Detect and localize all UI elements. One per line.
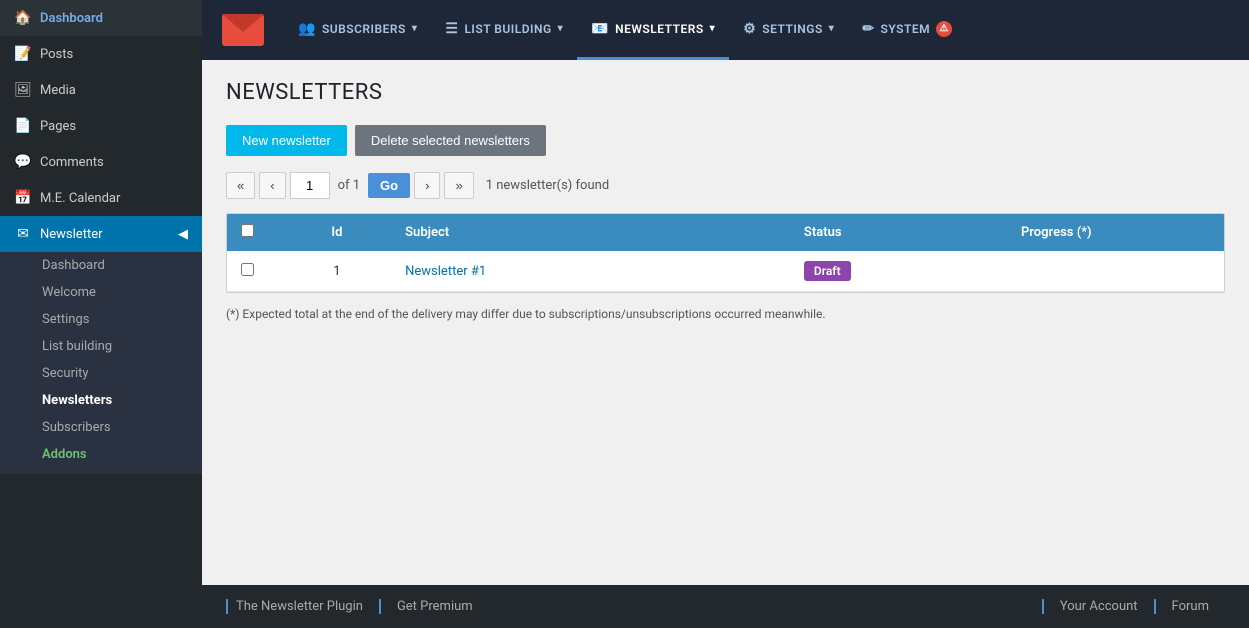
nav-items: 👥 SUBSCRIBERS ▾ ☰ LIST BUILDING ▾ 📧 NEWS… <box>284 0 966 60</box>
system-badge: ⚠ <box>936 21 952 37</box>
nav-label: SUBSCRIBERS <box>322 22 406 36</box>
col-id: Id <box>283 214 392 251</box>
newsletter-icon: ✉ <box>14 226 32 242</box>
nav-system[interactable]: ✏ SYSTEM ⚠ <box>848 0 966 60</box>
chevron-down-icon: ▾ <box>829 23 835 34</box>
sidebar-item-calendar[interactable]: 📅 M.E. Calendar <box>0 180 202 216</box>
sidebar-item-label: Newsletter <box>40 227 103 242</box>
table-row: 1 Newsletter #1 Draft <box>227 251 1224 292</box>
pages-icon: 📄 <box>14 118 32 134</box>
chevron-down-icon: ▾ <box>412 23 418 34</box>
sidebar-item-newsletter[interactable]: ✉ Newsletter ◀ <box>0 216 202 252</box>
row-status: Draft <box>790 251 1007 292</box>
sidebar-sub-list-building[interactable]: List building <box>0 333 202 360</box>
footer-link-forum[interactable]: Forum <box>1154 599 1225 614</box>
nav-subscribers[interactable]: 👥 SUBSCRIBERS ▾ <box>284 0 431 60</box>
pagination: « ‹ of 1 Go › » 1 newsletter(s) found <box>226 172 1225 199</box>
footer-bar: The Newsletter Plugin Get Premium Your A… <box>202 585 1249 628</box>
sidebar: 🏠 Dashboard 📝 Posts 🖼 Media 📄 Pages 💬 Co… <box>0 0 202 628</box>
row-progress <box>1007 251 1224 292</box>
found-count: 1 newsletter(s) found <box>486 178 609 193</box>
page-number-input[interactable] <box>290 172 330 199</box>
action-buttons: New newsletter Delete selected newslette… <box>226 125 1225 156</box>
chevron-down-icon: ▾ <box>710 23 716 34</box>
sidebar-item-label: Media <box>40 83 76 98</box>
row-subject[interactable]: Newsletter #1 <box>391 251 790 292</box>
nav-label: NEWSLETTERS <box>615 22 704 36</box>
chevron-right-icon: ◀ <box>178 227 188 242</box>
last-page-button[interactable]: » <box>444 172 473 199</box>
prev-page-button[interactable]: ‹ <box>259 172 285 199</box>
footer-link-your-account[interactable]: Your Account <box>1042 599 1154 614</box>
posts-icon: 📝 <box>14 46 32 62</box>
sidebar-sub-addons[interactable]: Addons <box>0 441 202 468</box>
nav-label: SETTINGS <box>762 22 823 36</box>
dashboard-icon: 🏠 <box>14 10 32 26</box>
sidebar-item-label: M.E. Calendar <box>40 191 120 206</box>
sidebar-sub-newsletters[interactable]: Newsletters <box>0 387 202 414</box>
first-page-button[interactable]: « <box>226 172 255 199</box>
sidebar-item-media[interactable]: 🖼 Media <box>0 72 202 108</box>
sidebar-sub-dashboard[interactable]: Dashboard <box>0 252 202 279</box>
nav-newsletters[interactable]: 📧 NEWSLETTERS ▾ <box>577 0 729 60</box>
row-checkbox[interactable] <box>241 263 254 276</box>
nav-list-building[interactable]: ☰ LIST BUILDING ▾ <box>431 0 577 60</box>
sidebar-item-posts[interactable]: 📝 Posts <box>0 36 202 72</box>
newsletters-table: Id Subject Status Progress (*) 1 Newslet… <box>226 213 1225 293</box>
select-all-header <box>227 214 283 251</box>
go-button[interactable]: Go <box>368 173 410 198</box>
sidebar-item-label: Pages <box>40 119 76 134</box>
delete-selected-button[interactable]: Delete selected newsletters <box>355 125 546 156</box>
page-title: NEWSLETTERS <box>226 80 1225 105</box>
row-id: 1 <box>283 251 392 292</box>
col-progress: Progress (*) <box>1007 214 1224 251</box>
footer-link-newsletter-plugin[interactable]: The Newsletter Plugin <box>226 599 379 614</box>
nav-settings[interactable]: ⚙ SETTINGS ▾ <box>729 0 848 60</box>
comments-icon: 💬 <box>14 154 32 170</box>
topnav: 👥 SUBSCRIBERS ▾ ☰ LIST BUILDING ▾ 📧 NEWS… <box>202 0 1249 60</box>
page-of-label: of 1 <box>338 178 360 193</box>
row-checkbox-cell[interactable] <box>227 251 283 292</box>
sidebar-sub-settings[interactable]: Settings <box>0 306 202 333</box>
sidebar-item-label: Dashboard <box>40 11 103 26</box>
col-subject: Subject <box>391 214 790 251</box>
sidebar-item-label: Comments <box>40 155 104 170</box>
new-newsletter-button[interactable]: New newsletter <box>226 125 347 156</box>
sidebar-item-label: Posts <box>40 47 73 62</box>
system-nav-icon: ✏ <box>862 21 874 37</box>
media-icon: 🖼 <box>14 82 32 98</box>
table-footnote: (*) Expected total at the end of the del… <box>226 307 1225 321</box>
list-building-nav-icon: ☰ <box>445 21 458 37</box>
col-status: Status <box>790 214 1007 251</box>
subscribers-nav-icon: 👥 <box>298 21 316 37</box>
select-all-checkbox[interactable] <box>241 224 254 237</box>
nav-label: LIST BUILDING <box>464 22 551 36</box>
sidebar-item-comments[interactable]: 💬 Comments <box>0 144 202 180</box>
footer-link-get-premium[interactable]: Get Premium <box>379 599 489 614</box>
next-page-button[interactable]: › <box>414 172 440 199</box>
settings-nav-icon: ⚙ <box>743 21 756 37</box>
status-badge: Draft <box>804 261 851 281</box>
content-area: NEWSLETTERS New newsletter Delete select… <box>202 60 1249 585</box>
sidebar-sub-subscribers[interactable]: Subscribers <box>0 414 202 441</box>
newsletter-logo <box>222 14 264 46</box>
chevron-down-icon: ▾ <box>558 23 564 34</box>
sidebar-sub-security[interactable]: Security <box>0 360 202 387</box>
sidebar-item-dashboard[interactable]: 🏠 Dashboard <box>0 0 202 36</box>
newsletters-nav-icon: 📧 <box>591 21 609 37</box>
calendar-icon: 📅 <box>14 190 32 206</box>
nav-label: SYSTEM <box>881 22 931 36</box>
main-area: 👥 SUBSCRIBERS ▾ ☰ LIST BUILDING ▾ 📧 NEWS… <box>202 0 1249 628</box>
sidebar-sub-welcome[interactable]: Welcome <box>0 279 202 306</box>
sidebar-item-pages[interactable]: 📄 Pages <box>0 108 202 144</box>
